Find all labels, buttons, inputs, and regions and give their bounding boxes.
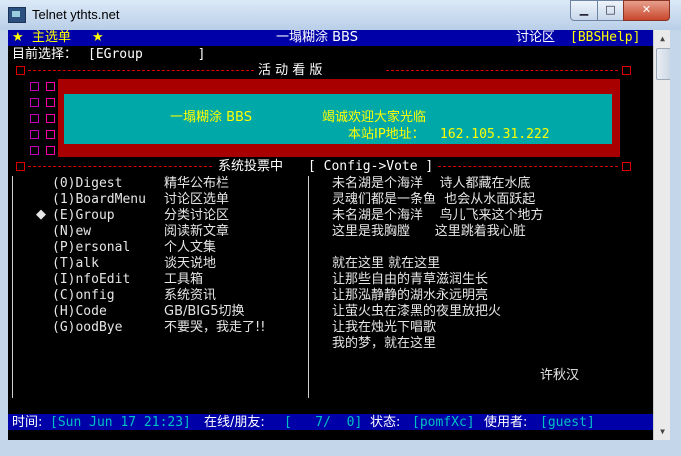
telnet-app-icon — [8, 7, 26, 23]
telnet-window: Telnet ythts.net ▁ □ ✕ ★ 主选单 ★ 一塌糊涂 BBS … — [0, 0, 681, 456]
banner-welcome: 竭诚欢迎大家光临 — [322, 110, 427, 125]
time-value: [Sun Jun 17 21:23] — [50, 415, 191, 430]
divider — [12, 176, 13, 398]
window-frame — [670, 30, 681, 440]
frame-square — [46, 146, 55, 155]
window-frame — [0, 440, 681, 456]
state-value: [pomfXc] — [412, 415, 475, 430]
frame-square — [46, 130, 55, 139]
poem-line: 就在这里 就在这里 — [332, 256, 441, 271]
maximize-button[interactable]: □ — [597, 0, 624, 21]
menu-item-goodbye[interactable]: (G)oodBye — [52, 320, 122, 335]
menu-item-desc: 工具箱 — [164, 272, 204, 287]
menu-item-desc: GB/BIG5切换 — [164, 304, 245, 319]
menu-item-hcode[interactable]: (H)Code — [52, 304, 107, 319]
divider — [308, 176, 309, 398]
state-label: 状态: — [370, 415, 401, 430]
window-title: Telnet ythts.net — [32, 7, 120, 22]
frame-corner — [16, 162, 25, 171]
board-name: 一塌糊涂 BBS — [276, 30, 358, 45]
poem-author: 许秋汉 — [540, 368, 580, 383]
main-menu-title: 主选单 — [32, 30, 72, 45]
frame-square — [30, 146, 39, 155]
frame-square — [30, 130, 39, 139]
online-label: 在线/朋友: — [204, 415, 265, 430]
banner-site: 一塌糊涂 BBS — [170, 110, 252, 125]
poem-line: 让萤火虫在漆黑的夜里放把火 — [332, 304, 502, 319]
star-icon: ★ — [12, 30, 24, 45]
menu-item-boardmenu[interactable]: (1)BoardMenu — [52, 192, 146, 207]
user-label: 使用者: — [484, 415, 528, 430]
star-icon: ★ — [92, 30, 104, 45]
menu-item-desc: 系统资讯 — [164, 288, 217, 303]
vote-label: 系统投票中 — [218, 159, 284, 174]
menu-item-infoedit[interactable]: (I)nfoEdit — [52, 272, 130, 287]
poem-line: 让那些自由的青草滋润生长 — [332, 272, 489, 287]
frame-border — [386, 70, 618, 72]
current-selection-label: 目前选择： — [12, 47, 78, 62]
frame-square — [46, 98, 55, 107]
menu-item-personal[interactable]: (P)ersonal — [52, 240, 130, 255]
menu-item-desc: 阅读新文章 — [164, 224, 230, 239]
banner-title: 活 动 看 版 — [258, 63, 323, 78]
frame-corner — [622, 162, 631, 171]
poem-line: 未名湖是个海洋 诗人都藏在水底 — [332, 176, 531, 191]
menu-item-config[interactable]: (C)onfig — [52, 288, 115, 303]
poem-line: 让我在烛光下唱歌 — [332, 320, 437, 335]
menu-item-talk[interactable]: (T)alk — [52, 256, 99, 271]
frame-corner — [622, 66, 631, 75]
vote-tag: [ Config->Vote ] — [308, 159, 434, 174]
menu-item-desc: 讨论区选单 — [164, 192, 230, 207]
menu-item-desc: 分类讨论区 — [164, 208, 230, 223]
banner-ip: 162.105.31.222 — [440, 127, 550, 142]
menu-item-desc: 谈天说地 — [164, 256, 217, 271]
frame-border — [438, 166, 618, 168]
current-selection-value: [EGroup ] — [88, 47, 206, 62]
menu-cursor: ◆ — [36, 207, 46, 222]
menu-item-new[interactable]: (N)ew — [52, 224, 91, 239]
menu-item-digest[interactable]: (0)Digest — [52, 176, 122, 191]
minimize-button[interactable]: ▁ — [570, 0, 598, 21]
frame-square — [30, 98, 39, 107]
menu-item-group[interactable]: (E)Group — [52, 208, 115, 223]
poem-line: 未名湖是个海洋 鸟儿飞来这个地方 — [332, 208, 544, 223]
frame-corner — [16, 66, 25, 75]
area-label: 讨论区 — [516, 30, 556, 45]
menu-item-desc: 精华公布栏 — [164, 176, 230, 191]
scroll-thumb[interactable] — [656, 48, 671, 80]
poem-line: 我的梦，就在这里 — [332, 336, 437, 351]
frame-square — [46, 82, 55, 91]
frame-border — [28, 70, 254, 72]
frame-square — [30, 114, 39, 123]
frame-square — [46, 114, 55, 123]
time-label: 时间: — [12, 415, 43, 430]
vertical-scrollbar[interactable]: ▲ ▼ — [653, 30, 671, 440]
poem-line: 这里是我胸膛 这里跳着我心脏 — [332, 224, 526, 239]
frame-square — [30, 82, 39, 91]
menu-item-desc: 个人文集 — [164, 240, 217, 255]
online-value: [ 7/ 0] — [284, 415, 363, 430]
menu-item-desc: 不要哭，我走了!! — [164, 320, 266, 335]
banner-ip-label: 本站IP地址： — [348, 127, 425, 142]
poem-line: 让那泓静静的湖水永远明亮 — [332, 288, 489, 303]
scroll-down-icon[interactable]: ▼ — [655, 424, 670, 439]
terminal-screen[interactable]: ★ 主选单 ★ 一塌糊涂 BBS 讨论区 [BBSHelp] 目前选择： [EG… — [8, 30, 653, 440]
close-button[interactable]: ✕ — [623, 0, 670, 21]
area-tag: [BBSHelp] — [570, 30, 641, 45]
scroll-up-icon[interactable]: ▲ — [655, 31, 670, 46]
poem-line: 灵魂们都是一条鱼 也会从水面跃起 — [332, 192, 536, 207]
user-value: [guest] — [540, 415, 595, 430]
frame-border — [28, 166, 212, 168]
